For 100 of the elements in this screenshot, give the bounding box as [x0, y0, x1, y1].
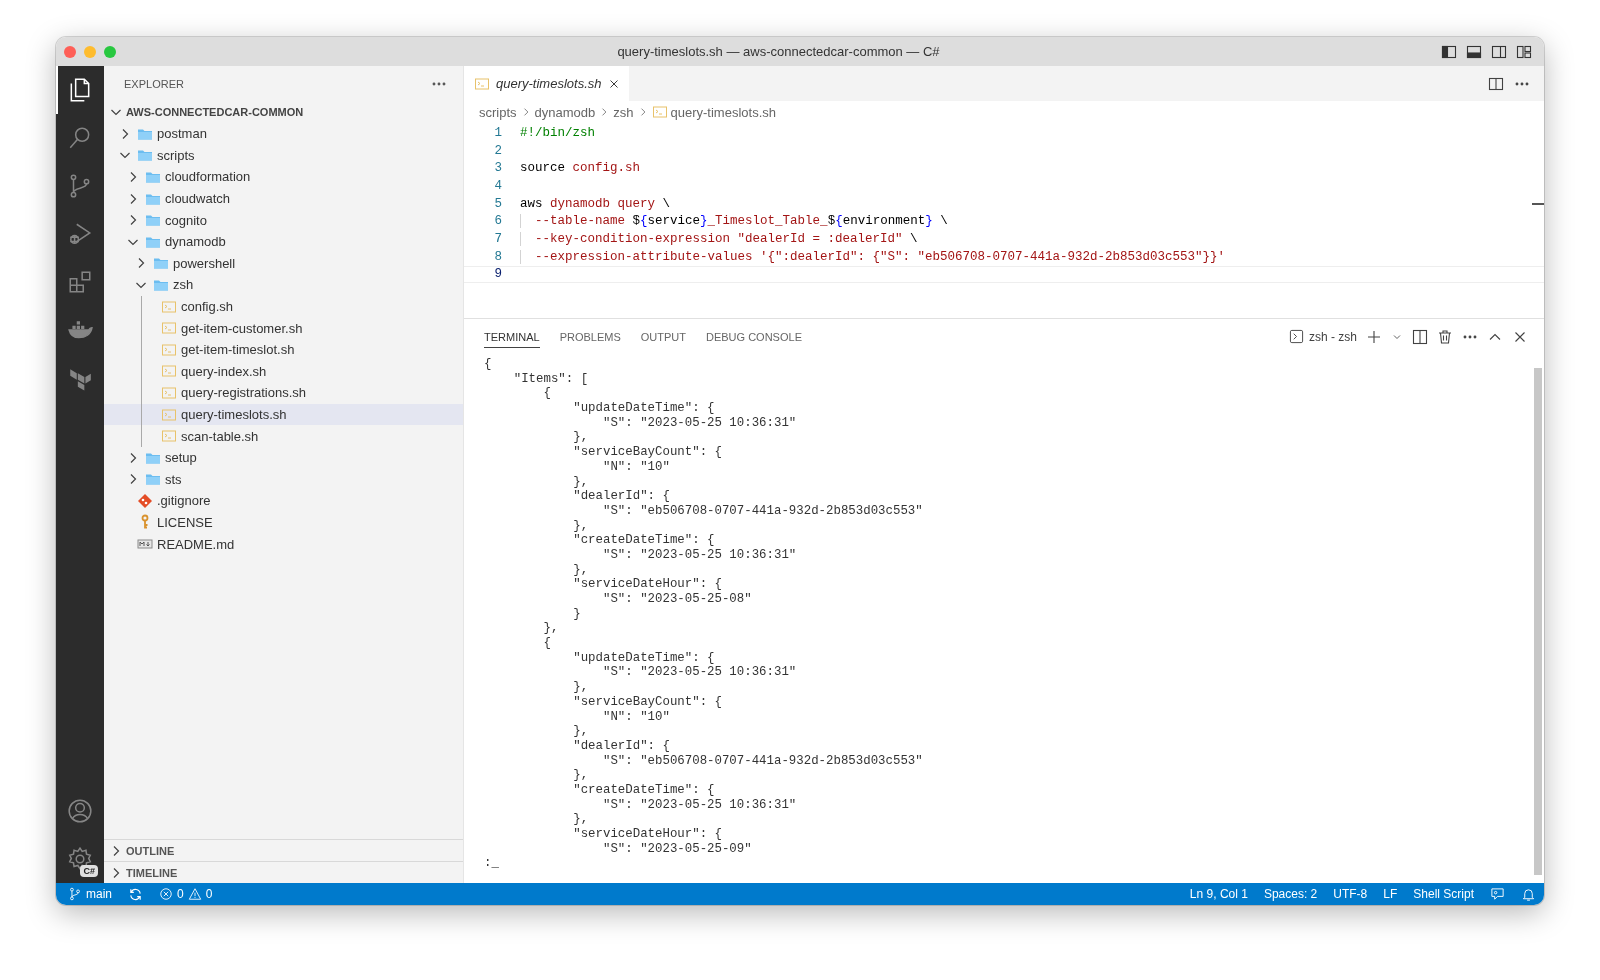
- terminal-line: "dealerId": {: [572, 489, 671, 504]
- terminal-line: },: [572, 562, 590, 578]
- editor-tab[interactable]: query-timeslots.sh: [464, 66, 630, 101]
- tree-item[interactable]: query-registrations.sh: [104, 382, 463, 404]
- tree-item[interactable]: cloudwatch: [104, 187, 463, 210]
- error-count: 0: [177, 887, 184, 901]
- terminal-line: {: [542, 636, 552, 651]
- terminal-line: "serviceBayCount": {: [572, 445, 723, 460]
- line-number: 6: [493, 214, 502, 229]
- line-number: 4: [493, 178, 502, 193]
- status-item[interactable]: Spaces: 2: [1263, 887, 1318, 901]
- terminal-line: "S": "2023-05-25 10:36:31": [601, 797, 798, 813]
- tree-item[interactable]: get-item-timeslot.sh: [104, 338, 463, 361]
- breadcrumb-item[interactable]: dynamodb: [534, 104, 596, 120]
- warning-icon: [187, 887, 202, 901]
- customize-layout-icon[interactable]: [1516, 43, 1532, 60]
- terminal-line: "dealerId": {: [572, 738, 671, 754]
- error-icon: [159, 887, 173, 901]
- split-terminal-icon[interactable]: [1412, 328, 1428, 345]
- panel-layout-icon[interactable]: [1466, 43, 1482, 60]
- tree-item[interactable]: get-item-customer.sh: [104, 317, 463, 339]
- tree-item[interactable]: sts: [104, 468, 463, 491]
- sidebar-layout-icon[interactable]: [1441, 43, 1457, 60]
- activity-bar-item[interactable]: C#: [56, 835, 104, 883]
- code-line: source config.sh: [520, 161, 641, 176]
- breadcrumb-item[interactable]: zsh: [613, 104, 634, 120]
- terminal-line: "S": "2023-05-25 10:36:31": [601, 665, 798, 681]
- bell-icon[interactable]: [1521, 886, 1536, 902]
- terminal-line: },: [542, 621, 560, 637]
- breadcrumb-item[interactable]: query-timeslots.sh: [670, 104, 776, 120]
- terminal-file-icon: [161, 341, 177, 358]
- close-window-button[interactable]: [64, 45, 76, 58]
- terminal-line: "S": "2023-05-25 10:36:31": [601, 415, 798, 431]
- sidebar-section-header[interactable]: OUTLINE: [104, 839, 463, 861]
- status-item[interactable]: UTF-8: [1333, 887, 1368, 901]
- terminal-line: "createDateTime": {: [572, 782, 716, 798]
- terminal-line: },: [572, 724, 590, 739]
- tree-item[interactable]: .gitignore: [104, 490, 463, 512]
- tree-item[interactable]: query-timeslots.sh: [104, 403, 463, 426]
- tree-item[interactable]: config.sh: [104, 295, 463, 318]
- line-number: 1: [493, 125, 502, 140]
- code-line: aws dynamodb query \: [520, 196, 671, 211]
- terminal-line: :_: [484, 856, 500, 872]
- tree-item[interactable]: dynamodb: [104, 230, 463, 253]
- tree-item[interactable]: setup: [104, 446, 463, 469]
- terminal-selector[interactable]: zsh - zsh: [1289, 329, 1357, 344]
- tree-item[interactable]: cloudformation: [104, 166, 463, 188]
- account-icon: [67, 798, 93, 824]
- extensions-icon: [67, 269, 93, 295]
- terminal-line: },: [572, 812, 590, 827]
- terminal-file-icon: [161, 320, 177, 337]
- feedback-icon[interactable]: [1490, 886, 1505, 902]
- git-diamond-icon: [137, 492, 153, 509]
- terminal-line: "updateDateTime": {: [572, 650, 716, 666]
- run-debug-icon: [67, 221, 93, 247]
- terminal-line: "serviceBayCount": {: [572, 694, 723, 710]
- terminal-line: "S": "2023-05-25-08": [601, 592, 753, 607]
- branch-status[interactable]: main: [68, 887, 112, 901]
- split-editor-icon[interactable]: [1488, 75, 1504, 92]
- problems-status[interactable]: 0 0: [159, 887, 213, 901]
- terminal-line: "Items": [: [512, 371, 590, 387]
- breadcrumb-item[interactable]: scripts: [479, 104, 517, 120]
- scrollbar-marker: [1532, 203, 1544, 205]
- terminal-file-icon: [161, 363, 177, 380]
- status-item[interactable]: LF: [1383, 887, 1398, 901]
- terminal-file-icon: [161, 384, 177, 401]
- tree-item[interactable]: cognito: [104, 209, 463, 231]
- code-line: --key-condition-expression "dealerId = :dealerId" \: [520, 231, 918, 246]
- tree-item[interactable]: LICENSE: [104, 511, 463, 534]
- line-number: 9: [493, 267, 502, 282]
- terminal-line: },: [572, 474, 590, 490]
- workspace-folder-header[interactable]: AWS-CONNECTEDCAR-COMMON: [104, 101, 463, 123]
- branch-icon: [68, 887, 82, 901]
- status-item[interactable]: Ln 9, Col 1: [1189, 887, 1248, 901]
- plus-icon[interactable]: [1366, 328, 1382, 345]
- terminal-file-icon: [161, 428, 177, 445]
- tree-item[interactable]: README.md: [104, 533, 463, 555]
- tree-item[interactable]: scripts: [104, 144, 463, 167]
- tree-item[interactable]: query-index.sh: [104, 360, 463, 383]
- panel-tab[interactable]: TERMINAL: [484, 325, 540, 348]
- terminal-line: "S": "eb506708-0707-441a-932d-2b853d03c553": [601, 753, 924, 769]
- profile-badge: C#: [80, 865, 98, 877]
- tree-item[interactable]: scan-table.sh: [104, 425, 463, 447]
- panel-tab[interactable]: PROBLEMS: [559, 325, 621, 348]
- tree-item[interactable]: powershell: [104, 252, 463, 275]
- sync-icon[interactable]: [128, 886, 143, 902]
- trash-icon[interactable]: [1437, 328, 1453, 345]
- code-line: #!/bin/zsh: [520, 125, 595, 140]
- line-number: 8: [493, 249, 502, 264]
- terminal-line: },: [572, 680, 590, 695]
- terminal-line: "updateDateTime": {: [572, 401, 716, 416]
- tree-item[interactable]: zsh: [104, 274, 463, 296]
- status-item[interactable]: Shell Script: [1413, 887, 1474, 901]
- tree-item[interactable]: postman: [104, 123, 463, 145]
- secondary-sidebar-layout-icon[interactable]: [1491, 43, 1507, 60]
- panel-tab[interactable]: OUTPUT: [640, 325, 686, 348]
- panel-tab[interactable]: DEBUG CONSOLE: [706, 325, 802, 348]
- terminal-line: },: [572, 518, 590, 534]
- terminal-file-icon: [161, 406, 177, 423]
- terminal-line: {: [542, 386, 552, 402]
